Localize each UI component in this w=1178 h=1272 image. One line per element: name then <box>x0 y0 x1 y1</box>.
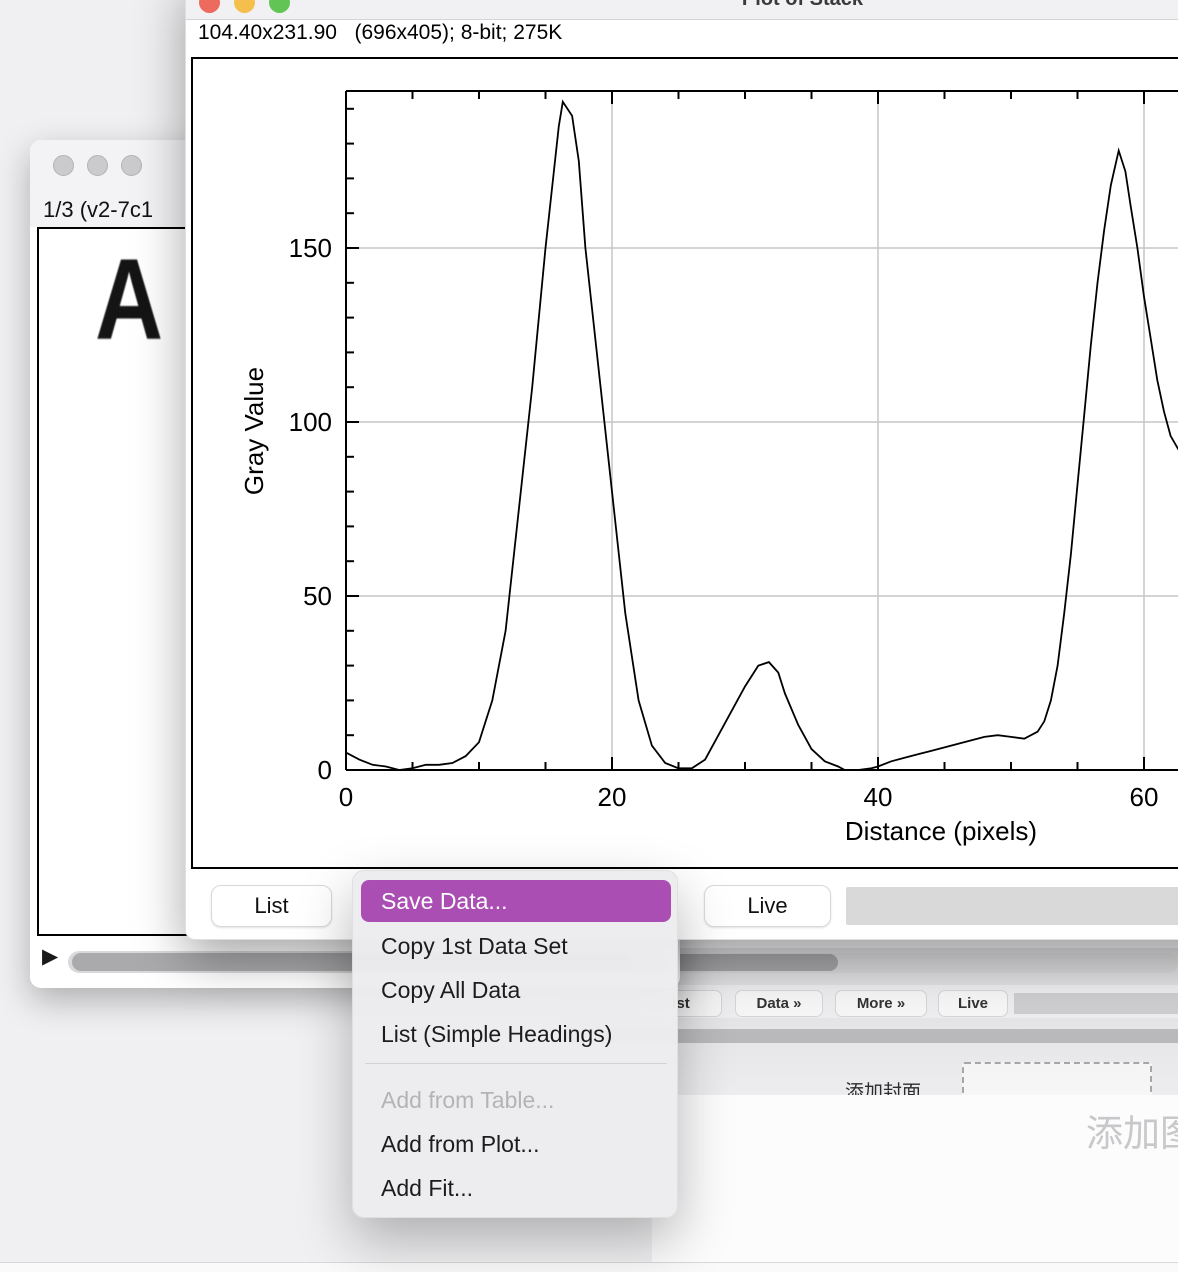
menu-item-add-fit[interactable]: Add Fit... <box>353 1166 677 1210</box>
zoom-button[interactable] <box>121 155 142 176</box>
add-cover-dropzone[interactable] <box>962 1062 1152 1095</box>
data-context-menu: Save Data... Copy 1st Data Set Copy All … <box>352 870 678 1218</box>
plot-canvas[interactable]: 0 20 40 60 0 50 100 150 Distance (pixels) Gray Va… <box>191 57 1178 869</box>
add-figure-label[interactable]: 添加图 <box>1086 1103 1178 1157</box>
menu-item-label: Copy 1st Data Set <box>381 933 568 960</box>
menu-item-label: Copy All Data <box>381 977 520 1004</box>
menu-item-copy-all-data[interactable]: Copy All Data <box>353 968 677 1012</box>
live-button-label: Live <box>747 893 787 919</box>
screen: ist Data » More » Live 添加封面 添加图 1/3 (v2-… <box>0 0 1178 1272</box>
close-button[interactable] <box>53 155 74 176</box>
svg-text:Distance (pixels): Distance (pixels) <box>845 816 1037 846</box>
menu-item-label: Add Fit... <box>381 1175 473 1202</box>
svg-text:20: 20 <box>598 782 627 812</box>
plot-window: Plot of Stack 104.40x231.90 (696x405); 8… <box>185 0 1178 940</box>
list-button-label: List <box>254 893 288 919</box>
profile-plot: 0 20 40 60 0 50 100 150 Distance (pixels) Gray Va… <box>193 59 1178 863</box>
add-cover-label[interactable]: 添加封面 <box>845 1077 921 1095</box>
live-button[interactable]: Live <box>704 885 831 927</box>
menu-item-label: Add from Table... <box>381 1087 554 1114</box>
svg-text:100: 100 <box>289 407 332 437</box>
svg-text:50: 50 <box>303 581 332 611</box>
svg-text:0: 0 <box>339 782 353 812</box>
menu-item-label: List (Simple Headings) <box>381 1021 612 1048</box>
background-data-button[interactable]: Data » <box>735 990 823 1017</box>
plot-disabled-slider <box>846 887 1178 925</box>
background-live-label: Live <box>958 995 988 1012</box>
background-more-button[interactable]: More » <box>835 990 927 1017</box>
svg-text:40: 40 <box>864 782 893 812</box>
menu-item-save-data[interactable]: Save Data... <box>361 880 671 922</box>
image-letter-a: A <box>95 229 163 373</box>
image-window-title: 1/3 (v2-7c1 <box>43 197 153 223</box>
minimize-button[interactable] <box>87 155 108 176</box>
bottom-strip <box>0 1263 1178 1272</box>
plot-info-line: 104.40x231.90 (696x405); 8-bit; 275K <box>198 21 562 45</box>
menu-item-add-from-table: Add from Table... <box>353 1078 677 1122</box>
svg-text:60: 60 <box>1130 782 1159 812</box>
background-more-label: More » <box>857 995 905 1012</box>
menu-separator <box>365 1063 667 1064</box>
svg-text:150: 150 <box>289 233 332 263</box>
list-button[interactable]: List <box>211 885 332 927</box>
menu-item-label: Add from Plot... <box>381 1131 540 1158</box>
svg-text:0: 0 <box>318 755 332 785</box>
menu-item-label: Save Data... <box>381 888 508 915</box>
menu-item-copy-1st-data-set[interactable]: Copy 1st Data Set <box>353 924 677 968</box>
svg-text:Gray Value: Gray Value <box>239 367 269 495</box>
background-data-label: Data » <box>756 995 801 1012</box>
background-live-button[interactable]: Live <box>938 990 1008 1017</box>
plot-window-title: Plot of Stack <box>186 0 1178 11</box>
background-white-panel: 添加图 <box>652 1095 1178 1262</box>
background-disabled-slider <box>1014 993 1178 1014</box>
play-icon[interactable]: ▶ <box>42 944 58 969</box>
menu-item-list-simple-headings[interactable]: List (Simple Headings) <box>353 1012 677 1056</box>
menu-item-add-from-plot[interactable]: Add from Plot... <box>353 1122 677 1166</box>
